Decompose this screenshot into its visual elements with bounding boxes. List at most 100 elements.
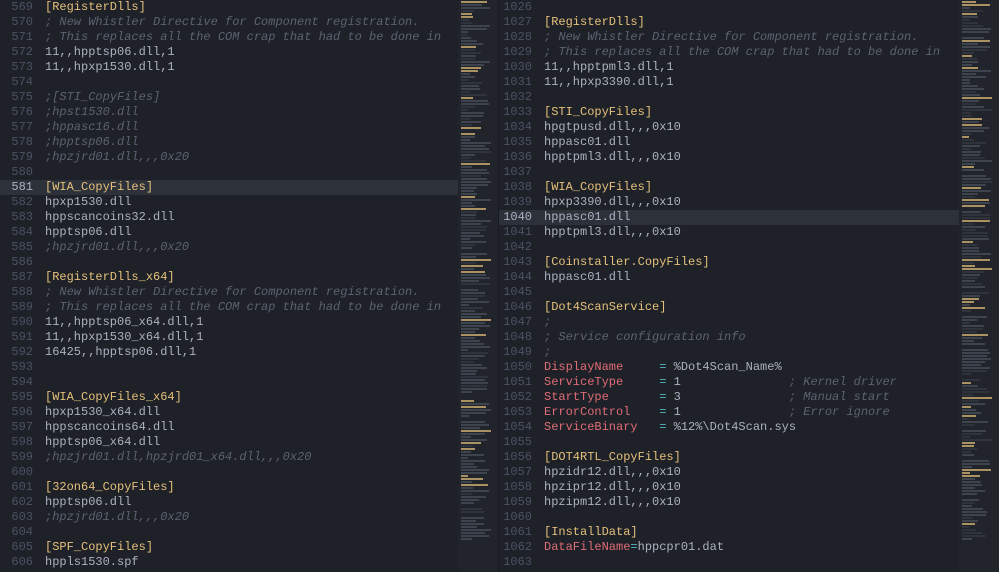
code-line[interactable]: 584hpptsp06.dll <box>0 225 458 240</box>
code-line[interactable]: 577;hppasc16.dll <box>0 120 458 135</box>
code-content[interactable]: hppasc01.dll <box>544 270 959 285</box>
code-content[interactable]: hppasc01.dll <box>544 210 959 225</box>
code-content[interactable]: 11,,hpptsp06.dll,1 <box>45 45 458 60</box>
code-content[interactable]: [WIA_CopyFiles] <box>544 180 959 195</box>
code-content[interactable]: [Coinstaller.CopyFiles] <box>544 255 959 270</box>
code-content[interactable]: [RegisterDlls] <box>544 15 959 30</box>
code-line[interactable]: 581[WIA_CopyFiles] <box>0 180 458 195</box>
code-content[interactable]: ;hpst1530.dll <box>45 105 458 120</box>
code-area-left[interactable]: 569[RegisterDlls]570; New Whistler Direc… <box>0 0 458 572</box>
code-line[interactable]: 1028; New Whistler Directive for Compone… <box>499 30 959 45</box>
code-line[interactable]: 103111,,hpxp3390.dll,1 <box>499 75 959 90</box>
code-line[interactable]: 585;hpzjrd01.dll,,,0x20 <box>0 240 458 255</box>
code-line[interactable]: 1040hppasc01.dll <box>499 210 959 225</box>
code-line[interactable]: 1058hpzipr12.dll,,,0x10 <box>499 480 959 495</box>
code-line[interactable]: 1061[InstallData] <box>499 525 959 540</box>
code-line[interactable]: 582hpxp1530.dll <box>0 195 458 210</box>
code-line[interactable]: 1049; <box>499 345 959 360</box>
code-content[interactable]: ;hpzjrd01.dll,,,0x20 <box>45 240 458 255</box>
code-content[interactable]: [STI_CopyFiles] <box>544 105 959 120</box>
code-content[interactable]: hpzipr12.dll,,,0x10 <box>544 480 959 495</box>
code-content[interactable]: ; <box>544 315 959 330</box>
code-content[interactable]: ; This replaces all the COM crap that ha… <box>45 300 458 315</box>
code-content[interactable] <box>544 285 959 300</box>
code-content[interactable]: 11,,hpxp1530_x64.dll,1 <box>45 330 458 345</box>
code-content[interactable]: [WIA_CopyFiles_x64] <box>45 390 458 405</box>
code-content[interactable]: ; This replaces all the COM crap that ha… <box>544 45 959 60</box>
code-content[interactable]: hpptsp06.dll <box>45 495 458 510</box>
code-line[interactable]: 1041hpptpml3.dll,,,0x10 <box>499 225 959 240</box>
code-line[interactable]: 1045 <box>499 285 959 300</box>
code-line[interactable]: 576;hpst1530.dll <box>0 105 458 120</box>
code-line[interactable]: 580 <box>0 165 458 180</box>
code-content[interactable]: 11,,hpptpml3.dll,1 <box>544 60 959 75</box>
code-line[interactable]: 57311,,hpxp1530.dll,1 <box>0 60 458 75</box>
code-content[interactable]: hpxp1530_x64.dll <box>45 405 458 420</box>
code-line[interactable]: 1029; This replaces all the COM crap tha… <box>499 45 959 60</box>
code-line[interactable]: 1034hpgtpusd.dll,,,0x10 <box>499 120 959 135</box>
code-line[interactable]: 1063 <box>499 555 959 570</box>
code-content[interactable] <box>45 465 458 480</box>
code-content[interactable] <box>45 255 458 270</box>
code-content[interactable]: DisplayName = %Dot4Scan_Name% <box>544 360 959 375</box>
code-content[interactable] <box>544 555 959 570</box>
code-line[interactable]: 1038[WIA_CopyFiles] <box>499 180 959 195</box>
code-line[interactable]: 59216425,,hpptsp06.dll,1 <box>0 345 458 360</box>
code-line[interactable]: 1050DisplayName = %Dot4Scan_Name% <box>499 360 959 375</box>
code-content[interactable] <box>544 510 959 525</box>
code-content[interactable]: hpptsp06_x64.dll <box>45 435 458 450</box>
code-content[interactable]: ; New Whistler Directive for Component r… <box>45 285 458 300</box>
code-content[interactable]: hppscancoins32.dll <box>45 210 458 225</box>
minimap-left[interactable] <box>458 0 498 572</box>
code-line[interactable]: 606hppls1530.spf <box>0 555 458 570</box>
code-line[interactable]: 1033[STI_CopyFiles] <box>499 105 959 120</box>
code-content[interactable]: ErrorControl = 1 ; Error ignore <box>544 405 959 420</box>
code-content[interactable]: hpzipm12.dll,,,0x10 <box>544 495 959 510</box>
code-content[interactable]: ;hpzjrd01.dll,,,0x20 <box>45 150 458 165</box>
code-content[interactable]: hpptpml3.dll,,,0x10 <box>544 150 959 165</box>
code-line[interactable]: 1048; Service configuration info <box>499 330 959 345</box>
code-line[interactable]: 588; New Whistler Directive for Componen… <box>0 285 458 300</box>
code-line[interactable]: 570; New Whistler Directive for Componen… <box>0 15 458 30</box>
code-line[interactable]: 578;hpptsp06.dll <box>0 135 458 150</box>
code-content[interactable]: StartType = 3 ; Manual start <box>544 390 959 405</box>
code-content[interactable]: [InstallData] <box>544 525 959 540</box>
code-line[interactable]: 593 <box>0 360 458 375</box>
code-content[interactable] <box>45 375 458 390</box>
code-content[interactable]: [WIA_CopyFiles] <box>45 180 458 195</box>
code-line[interactable]: 57211,,hpptsp06.dll,1 <box>0 45 458 60</box>
code-line[interactable]: 1046[Dot4ScanService] <box>499 300 959 315</box>
code-content[interactable]: [DOT4RTL_CopyFiles] <box>544 450 959 465</box>
code-content[interactable] <box>45 165 458 180</box>
code-line[interactable]: 1052StartType = 3 ; Manual start <box>499 390 959 405</box>
code-content[interactable] <box>544 0 959 15</box>
code-content[interactable]: ServiceBinary = %12%\Dot4Scan.sys <box>544 420 959 435</box>
code-line[interactable]: 1044hppasc01.dll <box>499 270 959 285</box>
code-line[interactable]: 604 <box>0 525 458 540</box>
code-content[interactable] <box>544 90 959 105</box>
editor-pane-left[interactable]: 569[RegisterDlls]570; New Whistler Direc… <box>0 0 499 572</box>
code-content[interactable]: ; <box>544 345 959 360</box>
code-content[interactable]: [RegisterDlls_x64] <box>45 270 458 285</box>
code-line[interactable]: 1047; <box>499 315 959 330</box>
code-line[interactable]: 1027[RegisterDlls] <box>499 15 959 30</box>
code-line[interactable]: 1042 <box>499 240 959 255</box>
code-line[interactable]: 601[32on64_CopyFiles] <box>0 480 458 495</box>
code-line[interactable]: 1053ErrorControl = 1 ; Error ignore <box>499 405 959 420</box>
code-line[interactable]: 571; This replaces all the COM crap that… <box>0 30 458 45</box>
code-line[interactable]: 1036hpptpml3.dll,,,0x10 <box>499 150 959 165</box>
code-line[interactable]: 569[RegisterDlls] <box>0 0 458 15</box>
code-line[interactable]: 59111,,hpxp1530_x64.dll,1 <box>0 330 458 345</box>
code-content[interactable]: hpgtpusd.dll,,,0x10 <box>544 120 959 135</box>
code-line[interactable]: 597hppscancoins64.dll <box>0 420 458 435</box>
code-line[interactable]: 605[SPF_CopyFiles] <box>0 540 458 555</box>
code-content[interactable]: hpxp1530.dll <box>45 195 458 210</box>
code-line[interactable]: 1037 <box>499 165 959 180</box>
code-content[interactable]: 11,,hpptsp06_x64.dll,1 <box>45 315 458 330</box>
code-line[interactable]: 1039hpxp3390.dll,,,0x10 <box>499 195 959 210</box>
code-content[interactable]: hpxp3390.dll,,,0x10 <box>544 195 959 210</box>
code-line[interactable]: 598hpptsp06_x64.dll <box>0 435 458 450</box>
code-line[interactable]: 1056[DOT4RTL_CopyFiles] <box>499 450 959 465</box>
code-content[interactable]: hpptsp06.dll <box>45 225 458 240</box>
code-line[interactable]: 1055 <box>499 435 959 450</box>
